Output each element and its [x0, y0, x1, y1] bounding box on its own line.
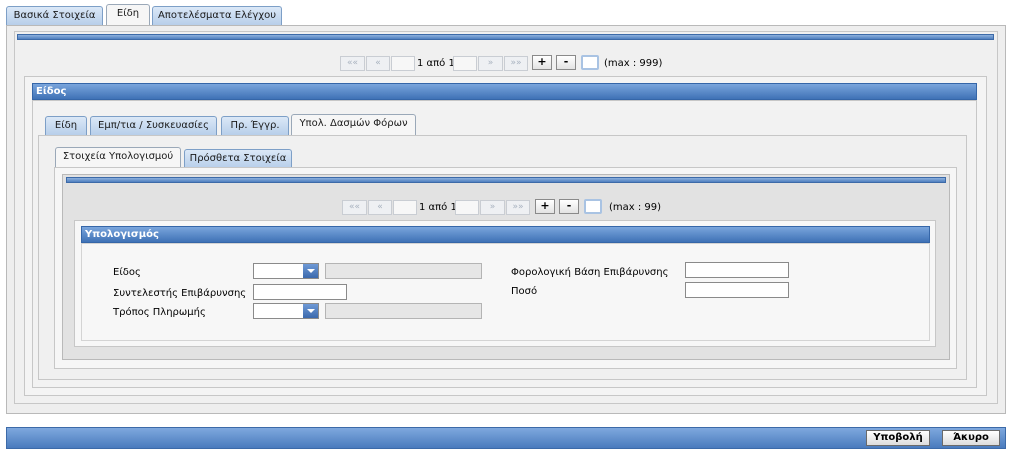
inner-pager-add-button[interactable]: +: [535, 199, 555, 214]
tab-emporeumata-syskevasies[interactable]: Εμπ/τια / Συσκευασίες: [90, 116, 217, 136]
ypologismos-section-header: Υπολογισμός: [81, 226, 930, 243]
eidos-description-field: [325, 263, 482, 279]
syntelestis-input[interactable]: [253, 284, 347, 300]
tropos-label: Τρόπος Πληρωμής: [113, 307, 206, 318]
pager-last-label: »»: [510, 58, 522, 68]
add-label: +: [537, 55, 547, 68]
inner-pager-last-button[interactable]: »»: [506, 200, 530, 215]
calc-top-bar: [66, 177, 946, 183]
chevron-down-icon[interactable]: [303, 304, 318, 318]
pager-max-text: (max : 999): [604, 58, 663, 69]
pager-page-text: 1 από 1: [417, 58, 455, 69]
pager-first-button[interactable]: ««: [340, 56, 365, 71]
pager-total-field: [453, 56, 477, 71]
poso-label: Ποσό: [511, 286, 538, 297]
eidos-label: Είδος: [113, 267, 141, 278]
forologiki-vasi-input[interactable]: [685, 262, 789, 278]
pager-add-button[interactable]: +: [532, 55, 552, 70]
chevron-down-icon[interactable]: [303, 264, 318, 278]
pager-remove-button[interactable]: -: [556, 55, 576, 70]
pager-first-label: ««: [346, 58, 358, 68]
tab-pr-eggr[interactable]: Πρ. Έγγρ.: [221, 116, 289, 136]
tab-label: Εμπ/τια / Συσκευασίες: [98, 120, 209, 131]
add-label: +: [540, 199, 550, 212]
tab-label: Στοιχεία Υπολογισμού: [62, 151, 174, 162]
tab-eidi-sub[interactable]: Είδη: [45, 116, 87, 136]
tab-label: Είδη: [54, 120, 78, 131]
tab-label: Πρ. Έγγρ.: [230, 120, 280, 131]
forologiki-vasi-label: Φορολογική Βάση Επιβάρυνσης: [511, 267, 669, 278]
eidos-select[interactable]: [253, 263, 319, 279]
pager-prev-label: «: [375, 58, 381, 68]
inner-pager-first-button[interactable]: ««: [342, 200, 367, 215]
tab-label: Αποτελέσματα Ελέγχου: [157, 10, 277, 21]
remove-label: -: [566, 199, 572, 212]
pager-prev-button[interactable]: «: [366, 56, 390, 71]
tab-label: Είδη: [116, 8, 140, 19]
pager-count-box[interactable]: [581, 55, 599, 70]
cancel-label: Άκυρο: [953, 432, 989, 443]
pager-last-button[interactable]: »»: [504, 56, 528, 71]
inner-pager-prev-button[interactable]: «: [368, 200, 392, 215]
pager-first-label: ««: [348, 202, 360, 212]
poso-input[interactable]: [685, 282, 789, 298]
inner-pager-page-text: 1 από 1: [419, 202, 457, 213]
pager-page-field[interactable]: [391, 56, 415, 71]
pager-last-label: »»: [512, 202, 524, 212]
syntelestis-label: Συντελεστής Επιβάρυνσης: [113, 288, 247, 299]
tab-label: Υπολ. Δασμών Φόρων: [299, 118, 408, 129]
tab-label: Βασικά Στοιχεία: [13, 10, 96, 21]
pager-prev-label: «: [377, 202, 383, 212]
tropos-select[interactable]: [253, 303, 319, 319]
tab-stoixeia-ypologismou[interactable]: Στοιχεία Υπολογισμού: [55, 147, 181, 169]
main-top-bar: [17, 34, 994, 40]
tab-vasika-stoixeia[interactable]: Βασικά Στοιχεία: [6, 6, 103, 26]
inner-pager-count-box[interactable]: [584, 199, 602, 214]
remove-label: -: [563, 55, 569, 68]
eidos-section-header: Είδος: [32, 83, 977, 100]
inner-pager-total-field: [455, 200, 479, 215]
inner-pager-page-field[interactable]: [393, 200, 417, 215]
pager-next-button[interactable]: »: [478, 56, 503, 71]
footer-bar: [6, 427, 1006, 449]
inner-pager-max-text: (max : 99): [609, 202, 662, 213]
cancel-button[interactable]: Άκυρο: [942, 430, 1000, 446]
submit-button[interactable]: Υποβολή: [866, 430, 930, 446]
tropos-description-field: [325, 303, 482, 319]
ypologismos-section-title: Υπολογισμός: [85, 229, 159, 240]
tab-label: Πρόσθετα Στοιχεία: [189, 153, 287, 164]
pager-next-label: »: [487, 58, 494, 68]
inner-pager-next-button[interactable]: »: [480, 200, 505, 215]
tab-apotelesmata-elegxou[interactable]: Αποτελέσματα Ελέγχου: [152, 6, 282, 26]
inner-pager-remove-button[interactable]: -: [559, 199, 579, 214]
eidos-section-title: Είδος: [36, 86, 67, 97]
pager-next-label: »: [489, 202, 496, 212]
tab-prostheta-stoixeia[interactable]: Πρόσθετα Στοιχεία: [184, 149, 292, 169]
submit-label: Υποβολή: [873, 432, 923, 443]
